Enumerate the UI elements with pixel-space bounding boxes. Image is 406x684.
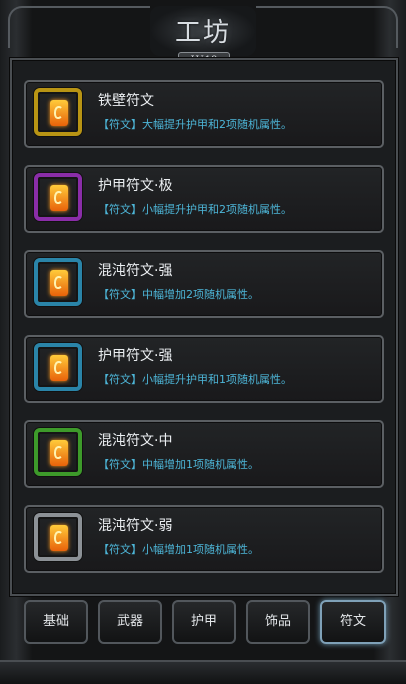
list-item[interactable]: 混沌符文·强 【符文】中幅增加2项随机属性。 [24, 250, 384, 318]
rune-icon [50, 355, 68, 381]
item-name: 铁壁符文 [98, 93, 154, 109]
tab-basic[interactable]: 基础 [24, 600, 88, 644]
bottom-frame [0, 660, 406, 684]
item-description: 【符文】中幅增加2项随机属性。 [98, 288, 259, 301]
rune-icon [50, 185, 68, 211]
tab-rune[interactable]: 符文 [320, 600, 386, 644]
tab-accessory[interactable]: 饰品 [246, 600, 310, 644]
rune-list: 铁壁符文 【符文】大幅提升护甲和2项随机属性。 护甲符文·极 【符文】小幅提升护… [24, 80, 384, 590]
item-description: 【符文】小幅提升护甲和1项随机属性。 [98, 373, 292, 386]
item-description: 【符文】小幅提升护甲和2项随机属性。 [98, 203, 292, 216]
item-description: 【符文】大幅提升护甲和2项随机属性。 [98, 118, 292, 131]
item-slot [34, 173, 82, 221]
item-slot [34, 88, 82, 136]
tab-armor[interactable]: 护甲 [172, 600, 236, 644]
rune-icon [50, 525, 68, 551]
category-tabs: 基础 武器 护甲 饰品 符文 [24, 600, 386, 648]
item-name: 护甲符文·极 [98, 178, 173, 194]
item-description: 【符文】中幅增加1项随机属性。 [98, 458, 259, 471]
item-slot [34, 428, 82, 476]
item-description: 【符文】小幅增加1项随机属性。 [98, 543, 259, 556]
list-item[interactable]: 混沌符文·弱 【符文】小幅增加1项随机属性。 [24, 505, 384, 573]
list-item[interactable]: 护甲符文·强 【符文】小幅提升护甲和1项随机属性。 [24, 335, 384, 403]
list-item[interactable]: 铁壁符文 【符文】大幅提升护甲和2项随机属性。 [24, 80, 384, 148]
item-slot [34, 258, 82, 306]
rune-icon [50, 440, 68, 466]
item-name: 混沌符文·中 [98, 433, 173, 449]
item-slot [34, 343, 82, 391]
list-item[interactable]: 护甲符文·极 【符文】小幅提升护甲和2项随机属性。 [24, 165, 384, 233]
item-slot [34, 513, 82, 561]
tab-weapon[interactable]: 武器 [98, 600, 162, 644]
item-name: 混沌符文·强 [98, 263, 173, 279]
item-name: 护甲符文·强 [98, 348, 173, 364]
rune-icon [50, 270, 68, 296]
item-name: 混沌符文·弱 [98, 518, 173, 534]
list-item[interactable]: 混沌符文·中 【符文】中幅增加1项随机属性。 [24, 420, 384, 488]
rune-icon [50, 100, 68, 126]
page-title: 工坊 [174, 18, 231, 48]
